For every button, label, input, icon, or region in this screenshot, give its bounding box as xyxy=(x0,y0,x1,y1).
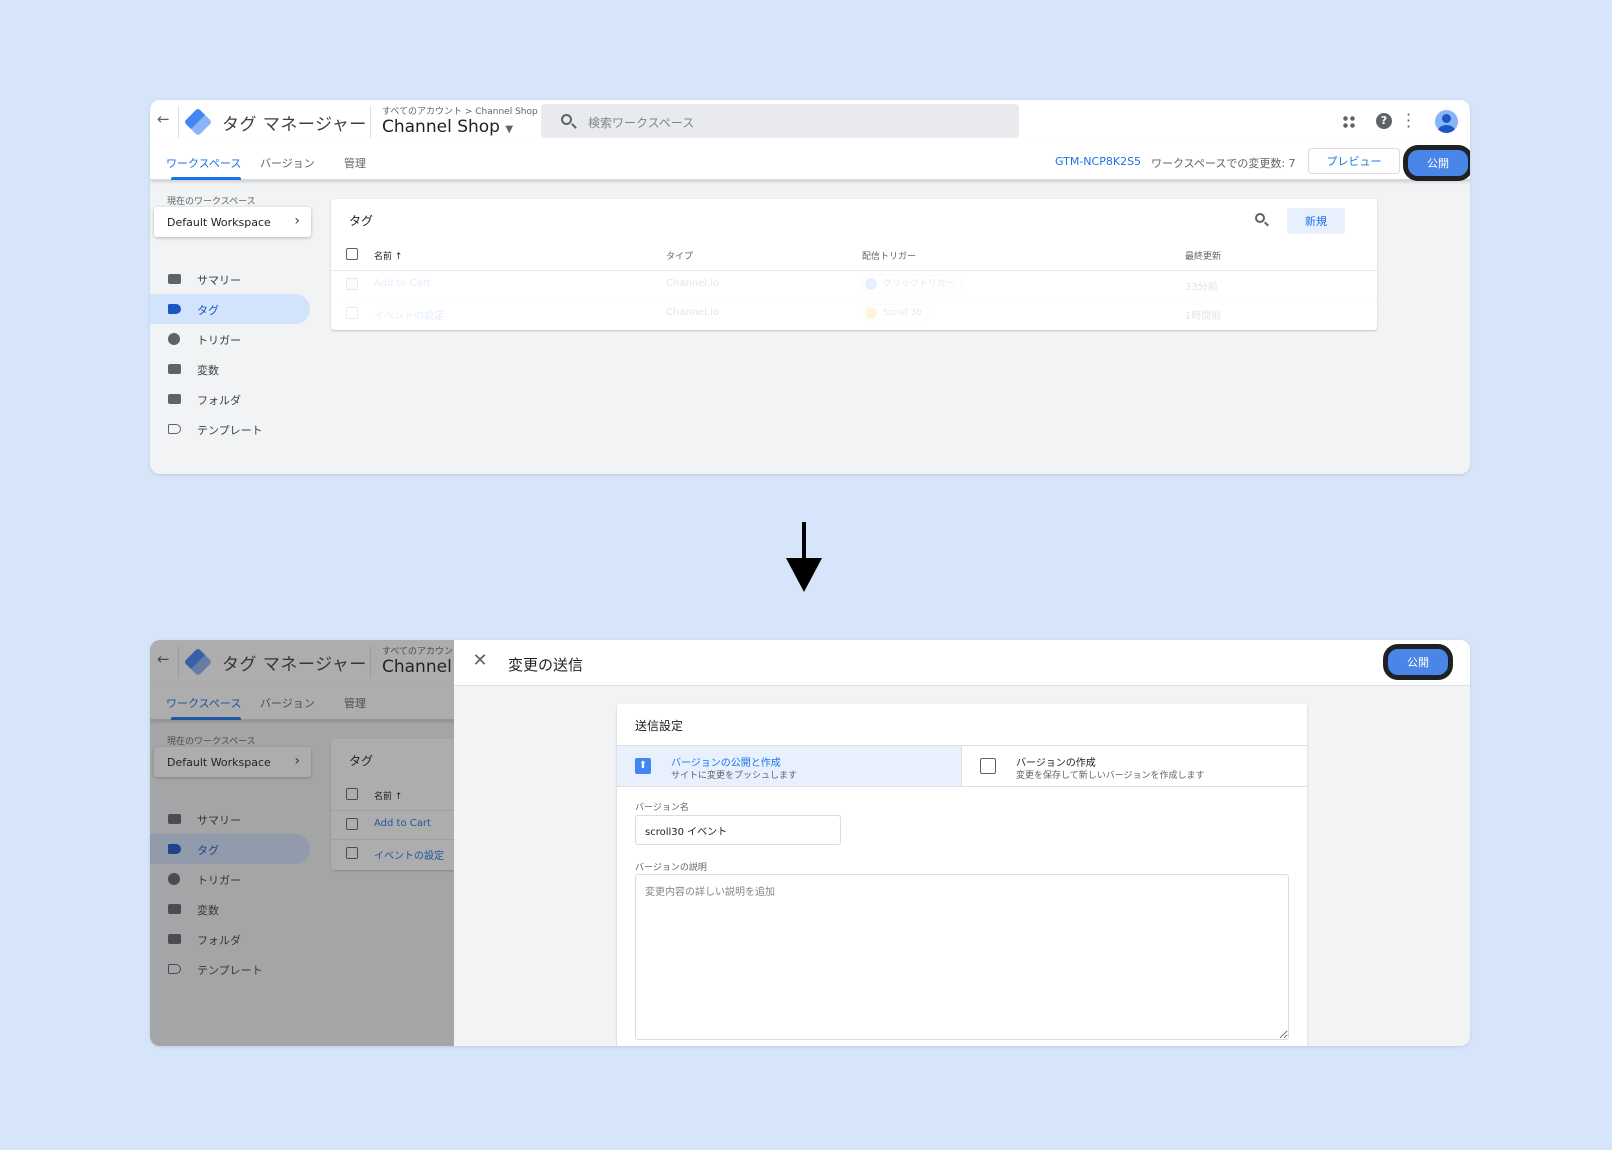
active-tab-indicator xyxy=(171,177,241,180)
avatar[interactable] xyxy=(1435,110,1458,133)
sidebar-item-templates[interactable]: テンプレート xyxy=(150,414,310,444)
sidebar-item-label: 変数 xyxy=(197,364,219,377)
last-updated: 1時間前 xyxy=(1185,311,1222,322)
preview-button[interactable]: プレビュー xyxy=(1308,148,1400,174)
option-title: バージョンの作成 xyxy=(1016,758,1096,769)
container-id[interactable]: GTM-NCP8K2S5 xyxy=(1055,155,1141,168)
breadcrumb[interactable]: すべてのアカウント > Channel Shop xyxy=(382,104,538,117)
select-all-checkbox[interactable] xyxy=(346,248,358,260)
option-subtitle: サイトに変更をプッシュします xyxy=(671,771,798,781)
gtm-logo-icon xyxy=(183,107,213,137)
scroll-trigger-icon xyxy=(865,307,877,319)
tag-icon xyxy=(168,304,181,314)
sidebar-item-label: テンプレート xyxy=(197,424,263,437)
close-icon[interactable]: ✕ xyxy=(471,652,489,670)
tab-workspace[interactable]: ワークスペース xyxy=(166,155,241,171)
card-title: タグ xyxy=(349,214,374,228)
last-updated: 33分前 xyxy=(1185,282,1218,293)
current-workspace-label: 現在のワークスペース xyxy=(167,197,256,207)
column-trigger[interactable]: 配信トリガー xyxy=(862,249,916,262)
sort-arrow-icon: ↑ xyxy=(394,252,403,262)
screenshot-after: ← タグ マネージャー すべてのアカウント > Channel Shop Cha… xyxy=(150,640,1470,1046)
click-trigger-icon xyxy=(865,278,877,290)
folder-icon xyxy=(168,394,181,404)
down-arrow-icon xyxy=(802,522,806,562)
version-description-textarea[interactable] xyxy=(635,874,1289,1040)
panel-header: ✕ 変更の送信 公開 xyxy=(454,640,1470,686)
column-updated[interactable]: 最終更新 xyxy=(1185,249,1221,262)
section-title: 送信設定 xyxy=(635,719,684,733)
tag-name-link[interactable]: イベントの設定 xyxy=(374,307,444,322)
column-label: 名前 xyxy=(374,252,393,262)
search-icon xyxy=(561,114,572,125)
option-create-version[interactable]: バージョンの作成 変更を保存して新しいバージョンを作成します xyxy=(961,745,1307,787)
apps-grid-icon[interactable] xyxy=(1342,115,1356,129)
tag-type: Channel.io xyxy=(666,307,720,318)
new-tag-button[interactable]: 新規 xyxy=(1287,208,1345,234)
search-icon[interactable] xyxy=(1255,213,1265,223)
version-name-input[interactable] xyxy=(635,815,841,845)
tags-card: タグ 新規 名前 ↑ タイプ 配信トリガー 最終更新 Add to Cart C… xyxy=(331,199,1377,330)
briefcase-icon xyxy=(168,274,181,284)
sidebar-item-label: サマリー xyxy=(197,274,241,287)
row-checkbox[interactable] xyxy=(346,307,358,319)
down-arrow-head xyxy=(786,558,822,592)
chevron-right-icon: › xyxy=(294,213,300,229)
workspace-search[interactable]: 検索ワークスペース xyxy=(541,104,1019,138)
version-description-label: バージョンの説明 xyxy=(635,863,707,873)
container-name: Channel Shop xyxy=(382,117,500,137)
trigger-icon xyxy=(168,333,180,345)
back-arrow-icon[interactable]: ← xyxy=(157,112,171,127)
copy-version-icon xyxy=(980,758,996,774)
template-icon xyxy=(168,424,181,434)
workspace-changes-count: ワークスペースでの変更数: 7 xyxy=(1151,157,1296,170)
modal-scrim[interactable] xyxy=(150,640,454,1046)
publish-button[interactable]: 公開 xyxy=(1384,645,1452,679)
more-vert-icon[interactable]: · · · xyxy=(1406,107,1411,135)
publish-button[interactable]: 公開 xyxy=(1404,146,1470,180)
workspace-selector[interactable]: Default Workspace › xyxy=(154,207,311,237)
trigger-chip[interactable]: Scroll 30 xyxy=(862,304,929,322)
tab-versions[interactable]: バージョン xyxy=(260,155,315,171)
sidebar-item-variables[interactable]: 変数 xyxy=(150,354,310,384)
option-subtitle: 変更を保存して新しいバージョンを作成します xyxy=(1016,771,1205,781)
help-icon[interactable]: ? xyxy=(1376,113,1392,129)
tag-name-link[interactable]: Add to Cart xyxy=(374,278,431,289)
divider xyxy=(178,106,179,138)
trigger-chip[interactable]: クリックトリガー xyxy=(862,275,963,293)
row-divider xyxy=(331,270,1377,271)
screenshot-before: ← タグ マネージャー すべてのアカウント > Channel Shop Cha… xyxy=(150,100,1470,474)
column-type[interactable]: タイプ xyxy=(666,249,693,262)
tab-bar: ワークスペース バージョン 管理 GTM-NCP8K2S5 ワークスペースでの変… xyxy=(150,143,1470,180)
app-title: タグ マネージャー xyxy=(222,115,367,135)
sidebar-item-summary[interactable]: サマリー xyxy=(150,264,310,294)
workspace-name: Default Workspace xyxy=(167,216,271,229)
row-checkbox[interactable] xyxy=(346,278,358,290)
top-app-bar: ← タグ マネージャー すべてのアカウント > Channel Shop Cha… xyxy=(150,100,1470,143)
version-name-label: バージョン名 xyxy=(635,803,689,813)
submit-changes-panel: ✕ 変更の送信 公開 送信設定 バージョンの公開と作成 サイトに変更をプッシュし… xyxy=(454,640,1470,1046)
caret-down-icon: ▼ xyxy=(505,124,514,135)
option-title: バージョンの公開と作成 xyxy=(671,758,781,769)
sidebar-item-folders[interactable]: フォルダ xyxy=(150,384,310,414)
option-publish-and-create[interactable]: バージョンの公開と作成 サイトに変更をプッシュします xyxy=(617,745,961,787)
search-placeholder: 検索ワークスペース xyxy=(588,116,695,130)
divider xyxy=(370,106,371,138)
tab-admin[interactable]: 管理 xyxy=(344,155,366,171)
tag-type: Channel.io xyxy=(666,278,720,289)
trigger-label: クリックトリガー xyxy=(883,279,956,289)
sidebar-item-triggers[interactable]: トリガー xyxy=(150,324,310,354)
submission-settings-card: 送信設定 バージョンの公開と作成 サイトに変更をプッシュします バージョンの作成… xyxy=(617,704,1307,1046)
trigger-label: Scroll 30 xyxy=(883,308,922,318)
sidebar-item-label: フォルダ xyxy=(197,394,241,407)
variables-icon xyxy=(168,364,181,374)
row-divider xyxy=(331,299,1377,300)
sidebar-item-label: タグ xyxy=(197,304,219,317)
container-switcher[interactable]: Channel Shop ▼ xyxy=(382,117,513,137)
sidebar-item-tags[interactable]: タグ xyxy=(150,294,310,324)
column-name[interactable]: 名前 ↑ xyxy=(374,249,402,262)
panel-title: 変更の送信 xyxy=(508,656,584,674)
publish-upload-icon xyxy=(635,758,651,774)
sidebar-item-label: トリガー xyxy=(197,334,241,347)
